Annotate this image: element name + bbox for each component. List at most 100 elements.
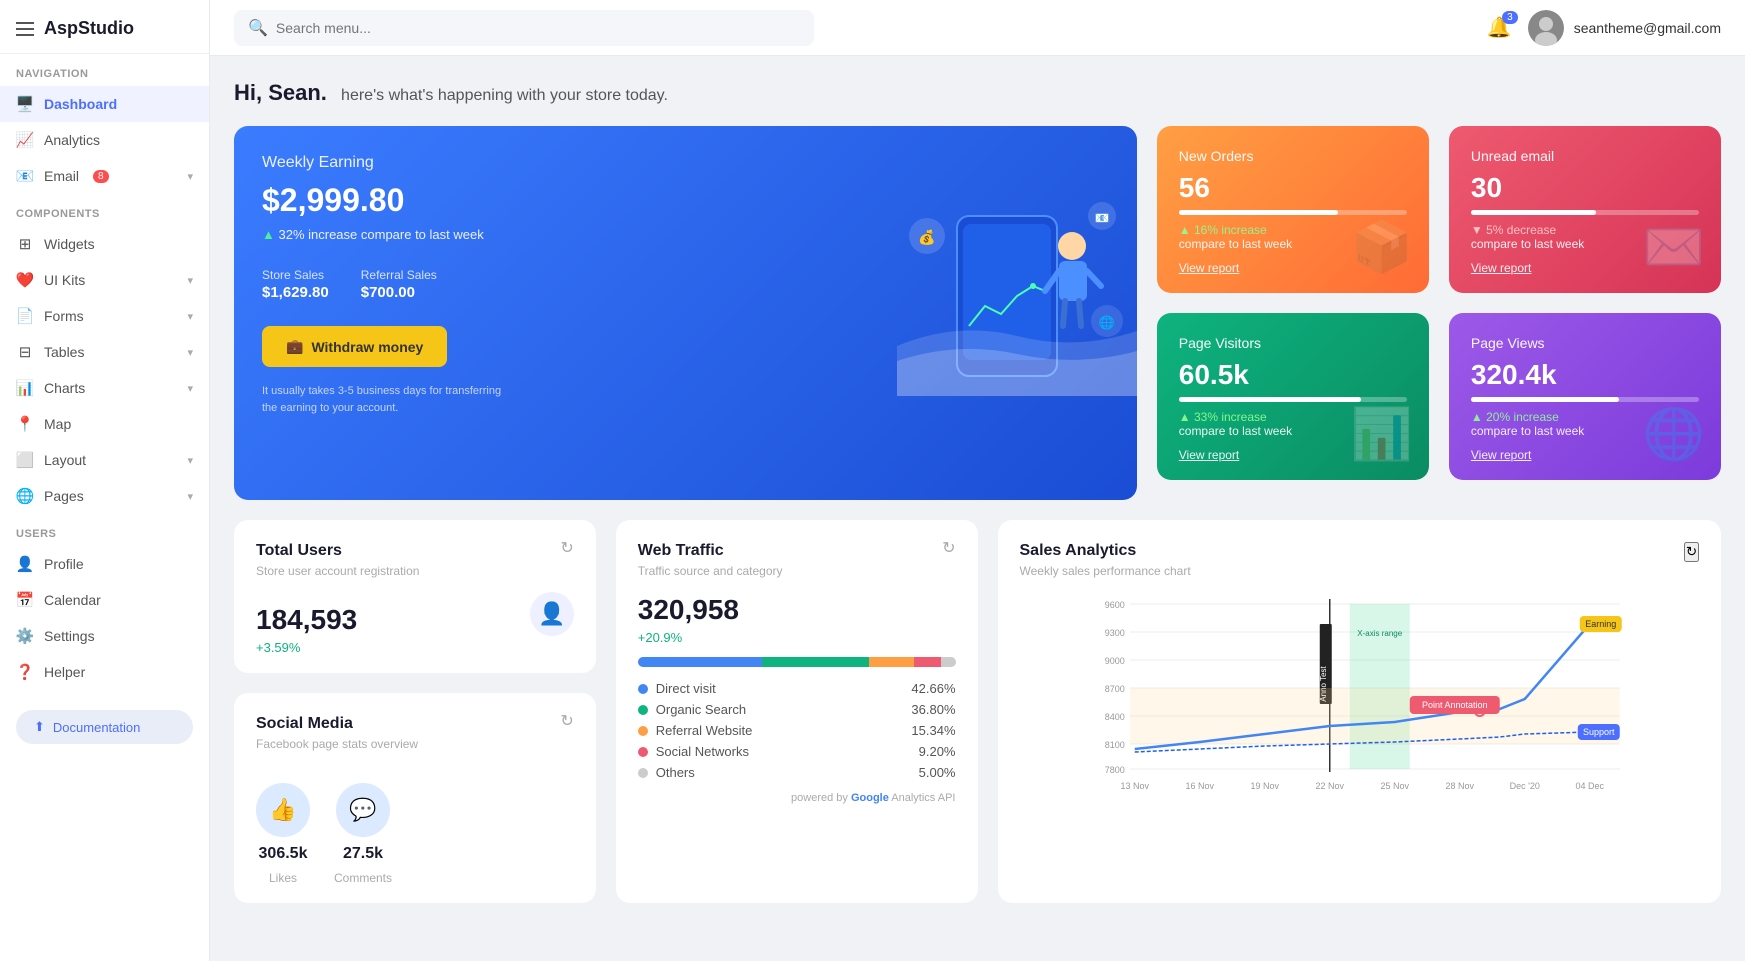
sidebar-item-calendar[interactable]: 📅 Calendar	[0, 582, 209, 618]
comments-value: 27.5k	[343, 845, 383, 863]
powered-by: powered by Google Analytics API	[638, 792, 956, 804]
svg-text:Earning: Earning	[1585, 619, 1616, 629]
sidebar-item-pages[interactable]: 🌐 Pages ▾	[0, 478, 209, 514]
sidebar-item-label: Analytics	[44, 132, 100, 148]
sidebar: AspStudio Navigation 🖥️ Dashboard 📈 Anal…	[0, 0, 210, 961]
search-icon: 🔍	[248, 18, 268, 38]
sidebar-item-label: Charts	[44, 380, 85, 396]
pages-icon: 🌐	[16, 487, 34, 505]
svg-text:Support: Support	[1582, 727, 1614, 737]
main-content: 🔍 🔔 3 seantheme@gmail.com Hi, Sean. here…	[210, 0, 1745, 961]
sidebar-item-uikits[interactable]: ❤️ UI Kits ▾	[0, 262, 209, 298]
sidebar-item-label: Calendar	[44, 592, 101, 608]
total-users-value: 184,593	[256, 604, 357, 636]
legend-referral: Referral Website 15.34%	[638, 723, 956, 738]
layout-icon: ⬜	[16, 451, 34, 469]
svg-text:9600: 9600	[1104, 600, 1124, 610]
stat-title: New Orders	[1179, 148, 1407, 164]
stats-grid: New Orders 56 ▲ 16% increasecompare to l…	[1157, 126, 1721, 480]
svg-text:Point Annotation: Point Annotation	[1421, 700, 1487, 710]
sidebar-item-settings[interactable]: ⚙️ Settings	[0, 618, 209, 654]
earning-note: It usually takes 3-5 business days for t…	[262, 383, 502, 416]
chevron-down-icon: ▾	[187, 490, 193, 503]
wallet-icon: 💼	[286, 338, 303, 355]
helper-icon: ❓	[16, 663, 34, 681]
web-traffic-title: Web Traffic	[638, 542, 783, 560]
store-sales: Store Sales $1,629.80	[262, 266, 329, 302]
sidebar-item-profile[interactable]: 👤 Profile	[0, 546, 209, 582]
user-email: seantheme@gmail.com	[1574, 20, 1721, 36]
legend-organic: Organic Search 36.80%	[638, 702, 956, 717]
sidebar-item-dashboard[interactable]: 🖥️ Dashboard	[0, 86, 209, 122]
svg-text:25 Nov: 25 Nov	[1380, 781, 1409, 791]
sidebar-item-map[interactable]: 📍 Map	[0, 406, 209, 442]
svg-text:X-axis range: X-axis range	[1357, 629, 1402, 638]
referral-sales: Referral Sales $700.00	[361, 266, 437, 302]
traffic-legend: Direct visit 42.66% Organic Search 36.80…	[638, 681, 956, 780]
sales-analytics-subtitle: Weekly sales performance chart	[1020, 564, 1191, 578]
referral-sales-value: $700.00	[361, 284, 415, 301]
chevron-down-icon: ▾	[187, 274, 193, 287]
profile-icon: 👤	[16, 555, 34, 573]
email-card-icon: ✉️	[1643, 218, 1705, 277]
sidebar-item-tables[interactable]: ⊟ Tables ▾	[0, 334, 209, 370]
sidebar-item-analytics[interactable]: 📈 Analytics	[0, 122, 209, 158]
svg-text:13 Nov: 13 Nov	[1120, 781, 1149, 791]
svg-text:🌐: 🌐	[1099, 315, 1115, 330]
uikits-icon: ❤️	[16, 271, 34, 289]
sidebar-item-label: Pages	[44, 488, 84, 504]
visitors-icon: 📊	[1351, 405, 1413, 464]
total-users-title: Total Users	[256, 542, 419, 560]
web-traffic-refresh[interactable]: ↻	[942, 538, 955, 558]
documentation-button[interactable]: ⬆ Documentation	[16, 710, 193, 744]
tables-icon: ⊟	[16, 343, 34, 361]
search-bar[interactable]: 🔍	[234, 10, 814, 46]
header: 🔍 🔔 3 seantheme@gmail.com	[210, 0, 1745, 56]
sidebar-item-widgets[interactable]: ⊞ Widgets	[0, 226, 209, 262]
email-icon: 📧	[16, 167, 34, 185]
search-input[interactable]	[276, 20, 800, 36]
stat-title: Page Views	[1471, 335, 1699, 351]
stat-title: Page Visitors	[1179, 335, 1407, 351]
sidebar-item-layout[interactable]: ⬜ Layout ▾	[0, 442, 209, 478]
hamburger-icon[interactable]	[16, 22, 34, 36]
sidebar-item-label: Tables	[44, 344, 84, 360]
forms-icon: 📄	[16, 307, 34, 325]
svg-text:19 Nov: 19 Nov	[1250, 781, 1279, 791]
sidebar-item-email[interactable]: 📧 Email 8 ▾	[0, 158, 209, 194]
app-name: AspStudio	[44, 18, 134, 39]
calendar-icon: 📅	[16, 591, 34, 609]
sales-analytics-refresh[interactable]: ↻	[1684, 542, 1699, 562]
chevron-down-icon: ▾	[187, 454, 193, 467]
sidebar-item-forms[interactable]: 📄 Forms ▾	[0, 298, 209, 334]
sales-chart: 9600 9300 9000 8700 8400 8100 7800 13 No…	[1020, 594, 1700, 794]
web-traffic-subtitle: Traffic source and category	[638, 564, 783, 578]
map-icon: 📍	[16, 415, 34, 433]
email-badge: 8	[93, 170, 109, 183]
chevron-down-icon: ▾	[187, 346, 193, 359]
page-body: Hi, Sean. here's what's happening with y…	[210, 56, 1745, 961]
chevron-down-icon: ▾	[187, 170, 193, 183]
legend-social: Social Networks 9.20%	[638, 744, 956, 759]
svg-text:💰: 💰	[918, 229, 935, 246]
stat-value: 60.5k	[1179, 359, 1407, 391]
sidebar-item-charts[interactable]: 📊 Charts ▾	[0, 370, 209, 406]
users-icon-wrap: 👤	[530, 592, 574, 636]
referral-sales-label: Referral Sales	[361, 268, 437, 282]
pageviews-icon: 🌐	[1643, 405, 1705, 464]
social-media-card: Social Media Facebook page stats overvie…	[234, 693, 596, 903]
notification-button[interactable]: 🔔 3	[1487, 15, 1512, 40]
sidebar-item-label: Email	[44, 168, 79, 184]
svg-text:04 Dec: 04 Dec	[1575, 781, 1604, 791]
total-users-refresh[interactable]: ↻	[560, 538, 573, 558]
social-media-refresh[interactable]: ↻	[560, 711, 573, 731]
total-users-card: Total Users Store user account registrat…	[234, 520, 596, 673]
users-icon: 👤	[538, 601, 565, 627]
doc-icon: ⬆	[34, 719, 45, 735]
sidebar-item-helper[interactable]: ❓ Helper	[0, 654, 209, 690]
settings-icon: ⚙️	[16, 627, 34, 645]
sidebar-logo: AspStudio	[0, 0, 209, 54]
withdraw-button[interactable]: 💼 Withdraw money	[262, 326, 447, 367]
sidebar-item-label: UI Kits	[44, 272, 85, 288]
user-info[interactable]: seantheme@gmail.com	[1528, 10, 1721, 46]
